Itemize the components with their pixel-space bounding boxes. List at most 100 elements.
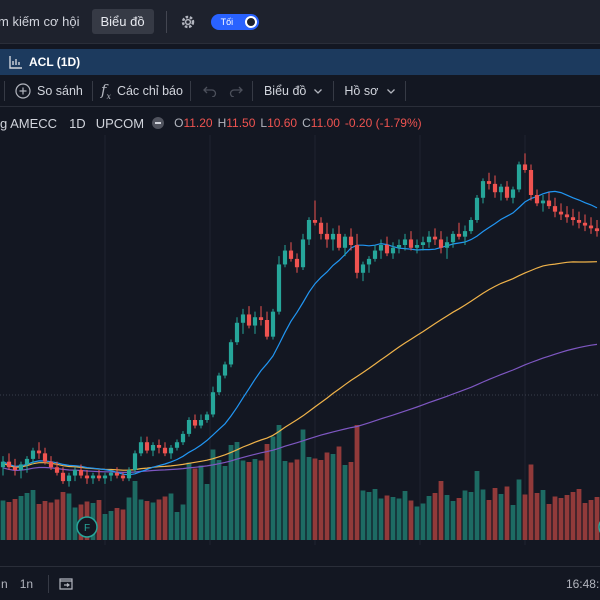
candle-body	[12, 467, 18, 470]
undo-button[interactable]	[203, 75, 217, 107]
candle-body	[120, 475, 126, 479]
candle-body	[78, 470, 84, 476]
candle-body	[330, 233, 336, 240]
opportunity-search-link[interactable]: m kiếm cơ hội	[0, 14, 80, 29]
chart-nav-button[interactable]: Biểu đồ	[91, 9, 154, 34]
candle-body	[300, 239, 306, 268]
volume-bar	[396, 498, 402, 540]
volume-bar	[306, 457, 312, 540]
compare-button[interactable]: So sánh	[15, 75, 83, 107]
volume-bar	[150, 502, 156, 540]
profile-dropdown[interactable]: Hồ sơ	[344, 75, 396, 107]
volume-bar	[42, 501, 48, 540]
volume-bar	[12, 499, 18, 540]
volume-bar	[438, 481, 444, 540]
candle-body	[420, 242, 426, 245]
toolbar-divider	[4, 80, 5, 101]
volume-bar	[576, 489, 582, 540]
candle-body	[150, 445, 156, 451]
volume-bar	[384, 495, 390, 540]
candle-body	[180, 433, 186, 443]
toolbar-divider	[91, 80, 93, 101]
candle-body	[516, 164, 522, 190]
toolbar-divider	[333, 80, 335, 101]
volume-bar	[414, 506, 420, 540]
theme-toggle-label: Tối	[220, 16, 234, 27]
date-range-icon[interactable]	[58, 577, 74, 591]
range-button[interactable]: n	[1, 577, 8, 591]
symbol-title: ACL (1D)	[29, 55, 81, 69]
candle-body	[30, 450, 36, 459]
volume-bar	[288, 462, 294, 540]
candle-body	[42, 453, 48, 462]
legend-interval: 1D	[69, 115, 86, 131]
volume-bar	[360, 490, 366, 540]
volume-bar	[318, 460, 324, 540]
volume-bar	[558, 498, 564, 540]
chevron-down-icon	[387, 88, 396, 94]
volume-bar	[156, 499, 162, 540]
volume-bar	[510, 505, 516, 540]
candle-body	[354, 245, 360, 273]
candle-body	[408, 239, 414, 248]
candle-body	[54, 467, 60, 473]
candle-body	[168, 447, 174, 454]
candle-body	[198, 420, 204, 426]
volume-bar	[114, 508, 120, 540]
candle-body	[528, 170, 534, 195]
volume-bar	[222, 466, 228, 540]
theme-toggle[interactable]: Tối	[210, 13, 259, 30]
toolbar-divider	[251, 80, 253, 101]
candle-body	[84, 475, 90, 479]
redo-button[interactable]	[229, 75, 243, 107]
settings-gear-icon[interactable]	[179, 13, 197, 31]
candle-body	[360, 264, 366, 273]
volume-bar	[210, 449, 216, 540]
volume-bar	[216, 460, 222, 540]
minimize-icon[interactable]	[152, 117, 165, 129]
candle-body	[540, 200, 546, 204]
candle-body	[336, 233, 342, 248]
volume-bar	[372, 489, 378, 540]
volume-bar	[516, 479, 522, 540]
candle-body	[468, 220, 474, 232]
candle-body	[114, 472, 120, 476]
volume-bar	[348, 462, 354, 540]
volume-bar	[390, 497, 396, 540]
candle-body	[258, 317, 264, 320]
volume-bar	[192, 468, 198, 540]
candle-body	[582, 222, 588, 226]
volume-bar	[402, 491, 408, 540]
volume-bar	[408, 500, 414, 540]
price-chart[interactable]: FF Tháng 8Tháng 9Tháng 10Tháng 11Tháng 1…	[0, 135, 600, 545]
legend-close-value: 11.00	[310, 116, 340, 130]
volume-bar	[48, 502, 54, 540]
volume-bar	[354, 425, 360, 540]
candle-body	[504, 186, 510, 198]
legend-change: -0.20 (-1.79%)	[344, 116, 422, 130]
indicators-button[interactable]: fx Các chỉ báo	[101, 75, 183, 107]
volume-bar	[276, 425, 282, 540]
candle-body	[126, 470, 132, 479]
candle-body	[480, 181, 486, 198]
candle-body	[228, 342, 234, 365]
volume-bar	[204, 484, 210, 540]
event-marker-label: F	[84, 523, 90, 534]
toolbar-divider	[189, 80, 191, 101]
legend-low-value: 10.60	[267, 116, 298, 130]
volume-bar	[126, 497, 132, 540]
candle-body	[108, 472, 114, 476]
range-button[interactable]: 1n	[20, 577, 33, 591]
volume-bar	[324, 452, 330, 540]
legend-low-label: L	[260, 116, 268, 130]
chart-type-dropdown[interactable]: Biểu đồ	[264, 75, 323, 107]
candle-body	[456, 233, 462, 237]
candle-body	[210, 392, 216, 415]
volume-bar	[120, 509, 126, 540]
volume-bar	[336, 446, 342, 540]
candle-body	[60, 472, 66, 482]
volume-bar	[246, 462, 252, 540]
function-icon: fx	[100, 80, 111, 101]
candle-body	[588, 225, 594, 229]
nav-divider	[165, 10, 167, 33]
